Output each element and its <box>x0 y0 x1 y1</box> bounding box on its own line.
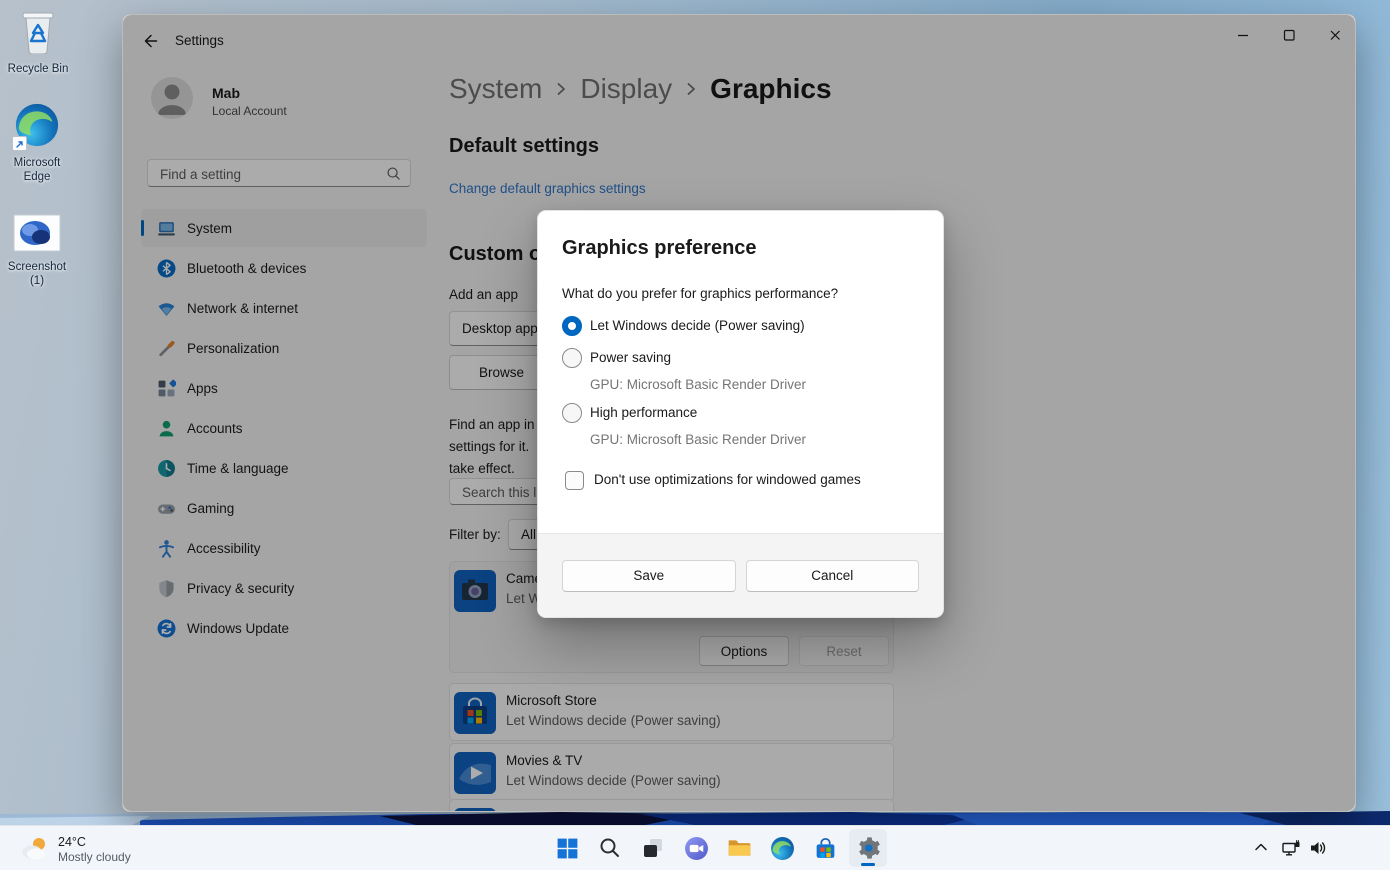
weather-temperature: 24°C <box>58 835 131 850</box>
task-view-icon <box>641 836 665 860</box>
radio-label[interactable]: Power saving <box>590 350 671 365</box>
start-button[interactable] <box>548 829 586 867</box>
volume-icon <box>1308 838 1328 858</box>
weather-condition: Mostly cloudy <box>58 850 131 864</box>
graphics-preference-dialog: Graphics preference What do you prefer f… <box>537 210 944 618</box>
optimizations-checkbox[interactable] <box>565 471 584 490</box>
radio-let-windows-decide[interactable] <box>562 316 582 336</box>
edge-icon <box>770 836 795 861</box>
save-button[interactable]: Save <box>562 560 736 592</box>
shortcut-arrow-badge <box>12 136 27 151</box>
radio-power-saving[interactable] <box>562 348 582 368</box>
screenshot-thumbnail <box>13 214 61 252</box>
edge-button[interactable] <box>763 829 801 867</box>
recycle-bin-icon <box>17 8 59 54</box>
weather-icon <box>20 835 50 863</box>
desktop-icon-label: Microsoft Edge <box>0 156 74 184</box>
tray-volume-button[interactable] <box>1308 838 1328 863</box>
tray-chevron-button[interactable] <box>1254 840 1268 858</box>
settings-gear-icon <box>855 835 881 861</box>
task-view-button[interactable] <box>634 829 672 867</box>
file-explorer-button[interactable] <box>720 829 758 867</box>
file-explorer-icon <box>726 835 752 861</box>
chat-button[interactable] <box>677 829 715 867</box>
dialog-question: What do you prefer for graphics performa… <box>562 286 838 301</box>
cancel-button[interactable]: Cancel <box>746 560 920 592</box>
dialog-footer: Save Cancel <box>538 533 943 617</box>
edge-icon <box>14 102 60 153</box>
taskbar: 24°C Mostly cloudy <box>0 825 1390 870</box>
dialog-title: Graphics preference <box>562 237 757 260</box>
desktop: Recycle Bin Microsoft Edge <box>0 0 1390 870</box>
microsoft-store-button[interactable] <box>806 829 844 867</box>
taskbar-center <box>548 829 892 867</box>
desktop-icon-screenshot[interactable]: Screenshot (1) <box>0 214 74 288</box>
search-icon <box>598 836 622 860</box>
checkbox-label[interactable]: Don't use optimizations for windowed gam… <box>594 472 861 487</box>
radio-label[interactable]: Let Windows decide (Power saving) <box>590 318 805 333</box>
search-button[interactable] <box>591 829 629 867</box>
desktop-icon-microsoft-edge[interactable]: Microsoft Edge <box>0 102 74 184</box>
microsoft-store-icon <box>813 836 838 861</box>
start-icon <box>555 836 580 861</box>
settings-button[interactable] <box>849 829 887 867</box>
radio-high-performance[interactable] <box>562 403 582 423</box>
chat-icon <box>684 836 709 861</box>
desktop-icon-label: Recycle Bin <box>1 62 75 76</box>
tray-network-button[interactable] <box>1281 838 1301 863</box>
gpu-subtext: GPU: Microsoft Basic Render Driver <box>590 432 806 447</box>
radio-label[interactable]: High performance <box>590 405 697 420</box>
chevron-up-icon <box>1254 841 1268 853</box>
desktop-icon-recycle-bin[interactable]: Recycle Bin <box>1 8 75 76</box>
weather-widget[interactable]: 24°C Mostly cloudy <box>20 830 160 868</box>
gpu-subtext: GPU: Microsoft Basic Render Driver <box>590 377 806 392</box>
desktop-icon-label: Screenshot (1) <box>0 260 74 288</box>
network-icon <box>1281 838 1301 858</box>
